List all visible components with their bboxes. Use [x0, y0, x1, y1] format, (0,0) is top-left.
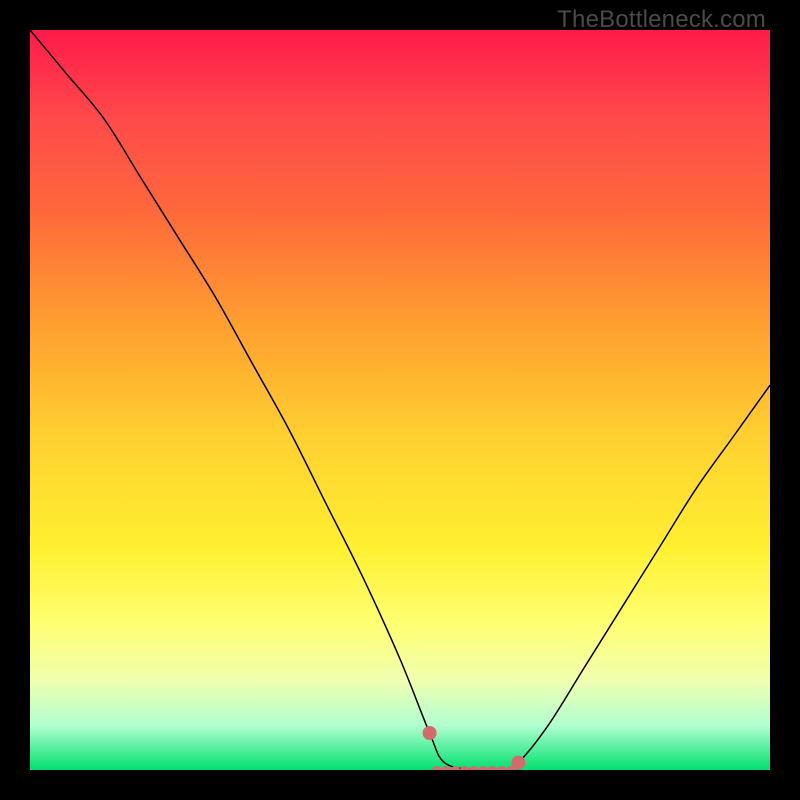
plot-area [30, 30, 770, 770]
bottleneck-curve [30, 30, 770, 770]
watermark-text: TheBottleneck.com [557, 6, 766, 34]
outer-frame: TheBottleneck.com [0, 0, 800, 800]
curve-path [30, 30, 770, 770]
optimal-dots [423, 726, 526, 770]
